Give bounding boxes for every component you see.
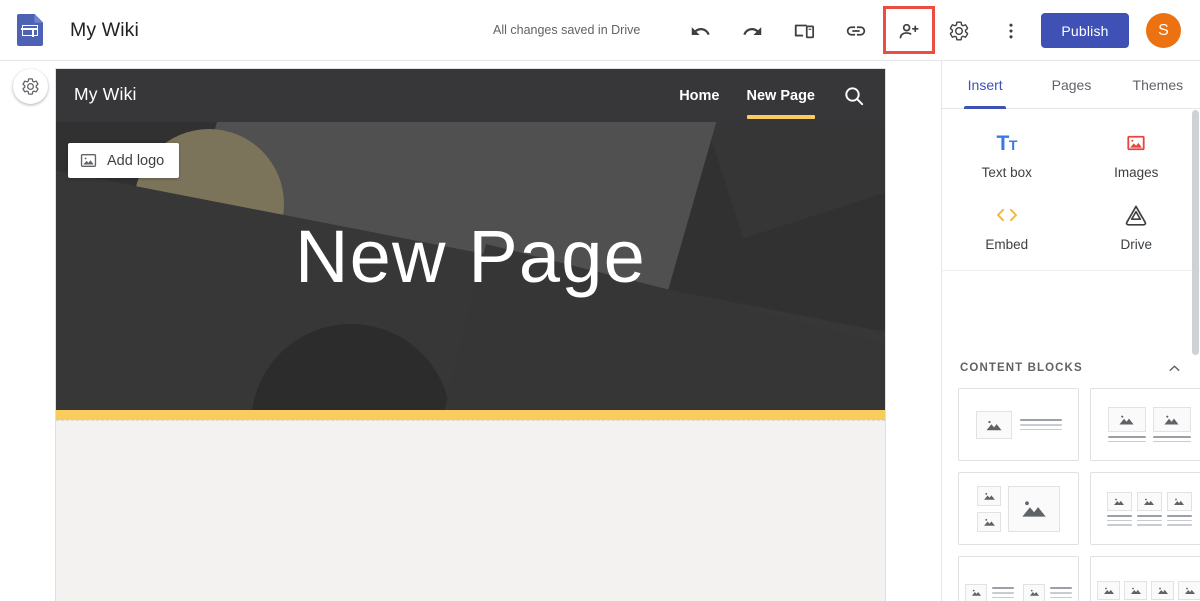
more-vertical-icon: [1001, 21, 1021, 41]
google-sites-logo-icon[interactable]: [17, 14, 43, 46]
insert-link-button[interactable]: [836, 11, 876, 51]
site-navbar: My Wiki Home New Page: [56, 69, 885, 122]
more-options-button[interactable]: [991, 11, 1031, 51]
insert-drive[interactable]: Drive: [1072, 198, 1200, 256]
add-person-icon: [898, 20, 921, 43]
insert-images[interactable]: Images: [1072, 126, 1200, 184]
site-name[interactable]: My Wiki: [74, 84, 137, 105]
insert-embed[interactable]: Embed: [942, 198, 1072, 256]
site-preview-frame: New Page My Wiki Home New Page: [56, 69, 885, 601]
share-button[interactable]: [889, 11, 929, 51]
site-nav-links: Home New Page: [679, 69, 815, 122]
insert-images-label: Images: [1114, 165, 1158, 180]
site-canvas: New Page My Wiki Home New Page: [0, 61, 941, 601]
preview-devices-icon: [793, 20, 815, 42]
logo-grid-shape: [22, 25, 38, 36]
block-two-small-one-large[interactable]: [958, 472, 1079, 545]
content-blocks-grid: [942, 388, 1200, 601]
document-title[interactable]: My Wiki: [70, 19, 139, 42]
settings-button[interactable]: [939, 11, 979, 51]
accent-divider: [56, 410, 885, 420]
app-toolbar: My Wiki All changes saved in Drive: [0, 0, 1200, 61]
workspace: New Page My Wiki Home New Page: [0, 61, 1200, 601]
nav-link-new-page[interactable]: New Page: [747, 69, 816, 122]
user-avatar[interactable]: S: [1146, 13, 1181, 48]
publish-button[interactable]: Publish: [1041, 13, 1129, 48]
block-four-column-images[interactable]: [1090, 556, 1200, 601]
insert-text-box-label: Text box: [982, 165, 1032, 180]
insert-text-box[interactable]: TT Text box: [942, 126, 1072, 184]
page-title[interactable]: New Page: [56, 220, 885, 294]
image-icon: [79, 151, 98, 170]
tab-themes[interactable]: Themes: [1115, 61, 1200, 109]
undo-button[interactable]: [680, 11, 720, 51]
block-image-left-text-right[interactable]: [958, 388, 1079, 461]
block-three-column-image-text[interactable]: [1090, 472, 1200, 545]
site-search-button[interactable]: [842, 84, 866, 108]
text-lines: [1020, 419, 1062, 430]
content-blocks-title: CONTENT BLOCKS: [960, 362, 1083, 374]
insert-drive-label: Drive: [1120, 237, 1152, 252]
redo-icon: [742, 21, 763, 42]
add-logo-button[interactable]: Add logo: [68, 143, 179, 178]
preview-button[interactable]: [784, 11, 824, 51]
save-status-text: All changes saved in Drive: [493, 23, 640, 37]
text-box-icon: TT: [997, 130, 1017, 156]
panel-tabs: Insert Pages Themes: [942, 61, 1200, 109]
image-placeholder-icon: [985, 418, 1003, 432]
insert-options-grid: TT Text box Images: [942, 110, 1200, 271]
search-icon: [842, 84, 866, 108]
panel-scrollbar[interactable]: [1192, 110, 1199, 355]
link-icon: [845, 20, 867, 42]
images-icon: [1125, 132, 1147, 154]
nav-link-home[interactable]: Home: [679, 69, 719, 122]
gear-icon: [21, 77, 40, 96]
google-drive-icon: [1124, 203, 1148, 227]
insert-embed-label: Embed: [985, 237, 1028, 252]
page-content-area[interactable]: [56, 420, 885, 601]
block-two-inline-image-text[interactable]: [958, 556, 1079, 601]
redo-button[interactable]: [732, 11, 772, 51]
embed-code-icon: [994, 205, 1020, 225]
add-logo-label: Add logo: [107, 153, 164, 169]
undo-icon: [690, 21, 711, 42]
page-settings-button[interactable]: [13, 69, 48, 104]
block-two-column-image-text[interactable]: [1090, 388, 1200, 461]
insert-panel: Insert Pages Themes TT Text box: [941, 61, 1200, 601]
chevron-up-icon[interactable]: [1166, 360, 1183, 377]
gear-icon: [948, 20, 970, 42]
content-blocks-section-header[interactable]: CONTENT BLOCKS: [942, 346, 1200, 390]
tab-pages[interactable]: Pages: [1028, 61, 1114, 109]
tab-insert[interactable]: Insert: [942, 61, 1028, 109]
